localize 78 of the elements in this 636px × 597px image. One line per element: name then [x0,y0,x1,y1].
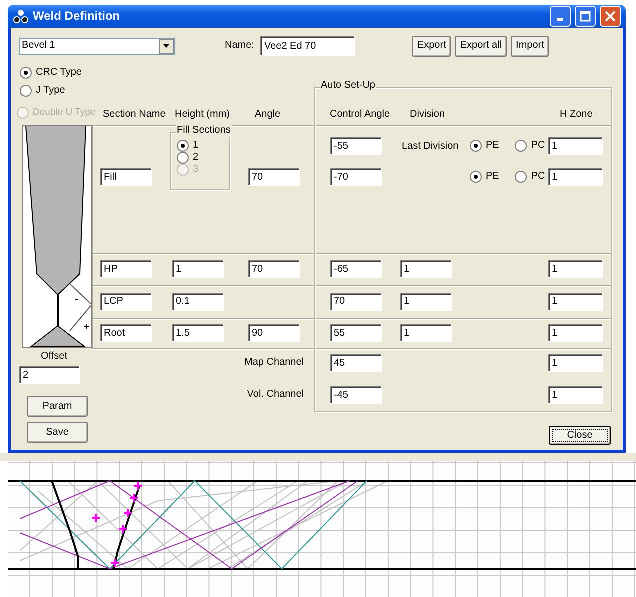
h-zone-field[interactable]: 1 [548,260,603,278]
close-icon [605,11,616,22]
control-angle-field[interactable]: -55 [330,137,382,155]
minus-mark: - [75,292,79,306]
section-name-field[interactable]: HP [100,260,152,278]
fill-section-radio[interactable] [177,140,189,152]
offset-label: Offset [41,351,68,363]
mode-radio[interactable] [470,140,482,152]
control-angle-field[interactable]: -65 [330,260,382,278]
control-angle-field[interactable]: 70 [330,292,382,310]
h-zone-field[interactable]: 1 [548,354,603,372]
division-field[interactable]: 1 [400,260,452,278]
maximize-button[interactable] [575,6,596,27]
mode-label: PE [486,140,500,152]
column-header: Section Name [103,108,166,120]
app-icon [13,8,29,24]
h-zone-field[interactable]: 1 [548,292,603,310]
side-button[interactable]: Save [27,422,88,443]
offset-field[interactable]: 2 [19,366,80,384]
toolbar-button[interactable]: Export [412,36,452,56]
bevel-dropdown[interactable]: Bevel 1 [19,38,175,54]
section-name-field[interactable]: Root [100,324,152,342]
last-division-label: Last Division [402,141,460,154]
column-header: Height (mm) [175,108,230,120]
mode-radio[interactable] [515,171,528,183]
window-title: Weld Definition [33,9,120,24]
name-field[interactable]: Vee2 Ed 70 [260,36,356,56]
weld-type-label: Double U Type [33,106,96,118]
close-button[interactable] [600,6,621,27]
height-field[interactable]: 1.5 [172,324,224,342]
weld-type-label: CRC Type [36,67,82,79]
column-header: Division [410,108,446,120]
name-label: Name: [225,40,254,52]
angle-field[interactable]: 90 [248,324,300,342]
fill-section-label: 1 [193,140,199,152]
division-field[interactable]: 1 [400,292,452,310]
weld-type-label: J Type [36,85,66,97]
weld-type-radio[interactable] [20,85,32,97]
h-zone-field[interactable]: 1 [548,137,603,155]
section-name-field[interactable]: LCP [100,292,152,310]
side-button[interactable]: Param [27,396,88,417]
group-title: Fill Sections [176,125,232,137]
height-field[interactable]: 1 [172,260,224,278]
weld-type-radio[interactable] [20,67,32,79]
fill-section-radio[interactable] [177,152,189,164]
caret-icon[interactable] [159,38,174,54]
h-zone-field[interactable]: 1 [548,386,603,404]
h-zone-field[interactable]: 1 [548,324,603,342]
dropdown-value: Bevel 1 [22,40,56,52]
fill-section-label: 2 [193,152,199,164]
height-field[interactable]: 0.1 [172,292,224,310]
toolbar-button[interactable]: Import [511,36,550,56]
group-title: Auto Set-Up [320,80,376,92]
control-angle-field[interactable]: -70 [330,168,382,186]
channel-label: Map Channel [244,357,305,369]
plus-mark: + [84,322,90,333]
mode-label: PC [531,140,546,152]
control-angle-field[interactable]: 55 [330,324,382,342]
mode-radio[interactable] [515,140,528,152]
maximize-icon [580,11,591,22]
control-angle-field[interactable]: 45 [330,354,382,372]
division-field[interactable]: 1 [400,324,452,342]
fill-section-label: 3 [193,164,199,176]
angle-field[interactable]: 70 [248,260,300,278]
minimize-button[interactable] [550,6,571,27]
mode-label: PC [531,171,546,183]
section-name-field[interactable]: Fill [100,168,152,186]
mode-radio[interactable] [470,171,482,183]
column-header: H Zone [560,108,593,120]
toolbar-button[interactable]: Export all [455,36,508,56]
mode-label: PE [486,171,500,183]
column-header: Control Angle [330,108,390,120]
angle-field[interactable]: 70 [248,168,300,186]
channel-label: Vol. Channel [247,389,305,401]
h-zone-field[interactable]: 1 [548,168,603,186]
close-button[interactable]: Close [549,426,611,445]
column-header: Angle [255,108,281,120]
control-angle-field[interactable]: -45 [330,386,382,404]
